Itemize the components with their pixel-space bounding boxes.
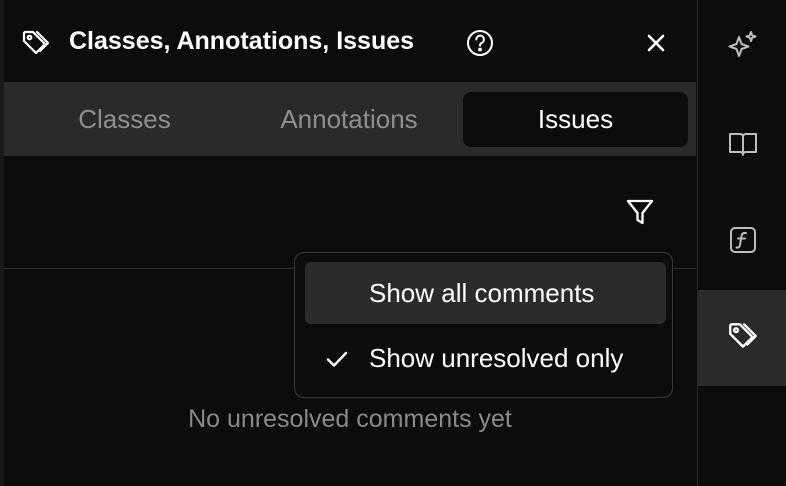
panel-header: Classes, Annotations, Issues [4,0,696,82]
tab-annotations[interactable]: Annotations [235,92,463,147]
tab-bar: Classes Annotations Issues [4,82,696,156]
sparkles-icon [726,29,760,68]
rail-item-ai[interactable] [698,0,786,96]
rail-item-docs[interactable] [698,97,786,193]
help-circle-icon[interactable] [464,27,496,59]
menu-item-label: Show unresolved only [369,343,624,373]
empty-state-message: No unresolved comments yet [188,405,512,433]
tag-icon [20,27,52,59]
menu-item-label: Show all comments [369,278,595,308]
right-rail [697,0,786,486]
side-panel: Classes, Annotations, Issues Classes Ann… [4,0,696,486]
menu-item-show-unresolved-only[interactable]: Show unresolved only [305,327,666,389]
tag-icon [726,319,760,358]
tab-classes[interactable]: Classes [14,92,235,147]
filter-menu: Show all comments Show unresolved only [294,252,673,398]
function-icon [726,223,760,262]
rail-item-functions[interactable] [698,194,786,290]
rail-item-tags[interactable] [698,290,786,386]
menu-item-show-all-comments[interactable]: Show all comments [305,262,666,324]
tab-issues[interactable]: Issues [463,92,688,147]
checkmark-icon [323,345,351,373]
book-icon [726,126,760,165]
filter-icon[interactable] [622,194,658,230]
panel-title: Classes, Annotations, Issues [69,27,415,55]
close-icon[interactable] [640,27,672,59]
